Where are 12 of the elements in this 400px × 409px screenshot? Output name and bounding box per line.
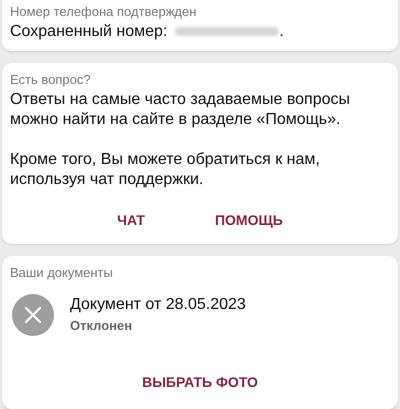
document-name: Документ от 28.05.2023 — [70, 295, 246, 315]
help-paragraph: Кроме того, Вы можете обратиться к нам, используя чат поддержки. — [10, 150, 321, 190]
help-paragraph: Ответы на самые часто задаваемые вопросы можно найти на сайте в разделе «Помощь». — [10, 90, 351, 130]
document-status: Отклонен — [70, 317, 134, 335]
card-title: Ваши документы — [10, 264, 114, 282]
card-title: Номер телефона подтвержден — [10, 3, 198, 21]
text-button[interactable]: ЧАТ — [109, 208, 153, 232]
text-button[interactable]: ПОМОЩЬ — [206, 208, 291, 232]
period: . — [279, 22, 284, 42]
card-title: Есть вопрос? — [10, 71, 92, 89]
choose-photo-button[interactable]: ВЫБРАТЬ ФОТО — [134, 370, 266, 394]
saved-number-label: Сохраненный номер: — [10, 22, 168, 42]
